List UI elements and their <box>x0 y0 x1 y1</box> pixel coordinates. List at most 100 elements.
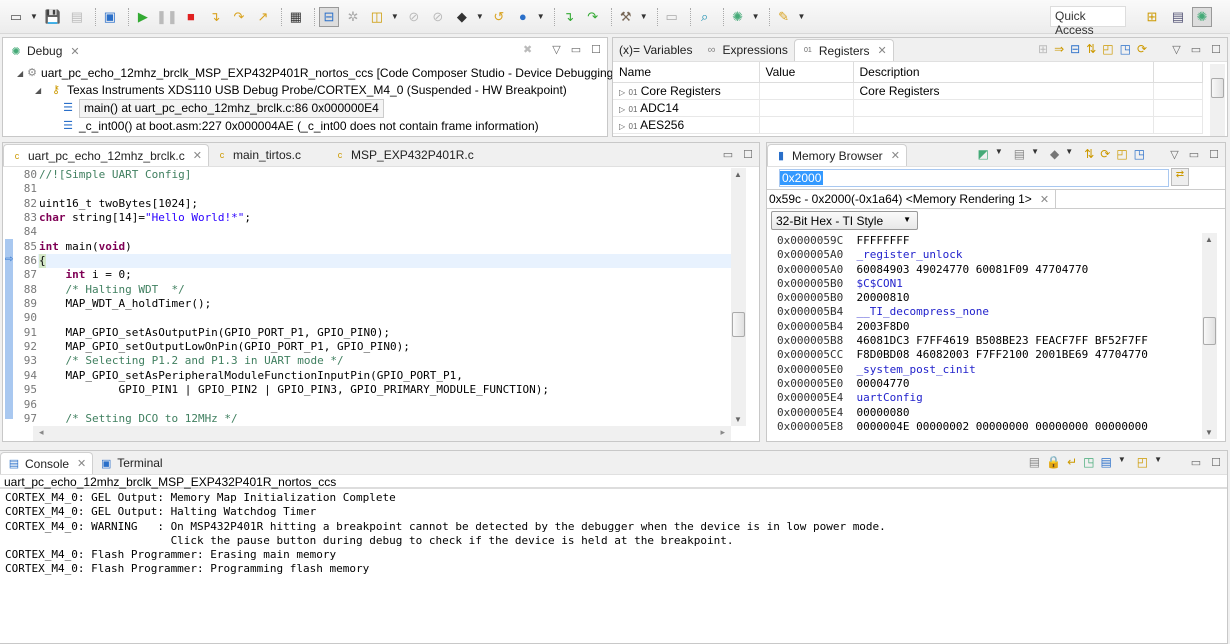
breakpoint-icon[interactable]: ✲ <box>343 7 363 27</box>
tab-registers[interactable]: 01 Registers ✕ <box>793 39 894 61</box>
format-select[interactable]: 32-Bit Hex - TI Style ▼ <box>771 211 918 230</box>
collapse-all-icon[interactable]: ⊟ <box>1070 42 1080 56</box>
dropdown[interactable]: ▼ <box>1118 455 1126 469</box>
stack-frame-c-int00[interactable]: ☰ _c_int00() at boot.asm:227 0x000004AE (… <box>17 118 607 135</box>
code-line[interactable]: 83 char string[14]="Hello World!*"; <box>5 211 731 225</box>
sync-icon[interactable]: ⟳ <box>1137 42 1147 56</box>
table-row[interactable]: ▷ 01 ADC14 <box>613 99 1203 117</box>
code-line[interactable]: 93 /* Selecting P1.2 and P1.3 in UART mo… <box>5 354 731 368</box>
asm-step-into-icon[interactable]: ↴ <box>559 7 579 27</box>
tab-variables[interactable]: (x)= Variables <box>613 39 698 61</box>
reset-dropdown[interactable]: ▼ <box>537 12 545 21</box>
memory-scrollbar[interactable]: ▲ ▼ <box>1202 233 1217 439</box>
code-line[interactable]: 89 MAP_WDT_A_holdTimer(); <box>5 297 731 311</box>
tab-memory-rendering[interactable]: 0x59c - 0x2000(-0x1a64) <Memory Renderin… <box>767 190 1057 208</box>
tab-editor-uart[interactable]: c uart_pc_echo_12mhz_brclk.c ✕ <box>3 144 209 166</box>
expand-icon[interactable]: ▷ <box>619 122 625 131</box>
minimize-icon[interactable]: ▭ <box>1189 148 1199 161</box>
scroll-lock-icon[interactable]: 🔒 <box>1046 455 1061 469</box>
export-icon[interactable]: ◆ <box>1050 147 1059 161</box>
ccs-edit-perspective-icon[interactable]: ▤ <box>1168 7 1188 27</box>
terminate-icon[interactable]: ■ <box>181 7 201 27</box>
column-value[interactable]: Value <box>759 62 854 83</box>
resume-icon[interactable]: ▶ <box>133 7 153 27</box>
column-description[interactable]: Description <box>853 62 1154 83</box>
scroll-up-icon[interactable]: ▲ <box>734 170 742 179</box>
debug-session[interactable]: ◢ ⚙ uart_pc_echo_12mhz_brclk_MSP_EXP432P40… <box>17 65 617 82</box>
refresh-icon[interactable]: ⇅ <box>1084 147 1094 161</box>
pin-icon[interactable]: ◳ <box>1120 42 1131 56</box>
memory-row[interactable]: 0x000005B0 20000810 <box>777 291 1197 305</box>
view-menu-icon[interactable]: ▽ <box>1170 148 1178 161</box>
memory-row[interactable]: 0x000005CC F8D0BD08 46082003 F7FF2100 20… <box>777 348 1197 362</box>
reset-icon[interactable]: ● <box>513 7 533 27</box>
tab-terminal[interactable]: ▣ Terminal <box>93 452 168 474</box>
pin-console-icon[interactable]: ◳ <box>1083 455 1094 469</box>
new-memory-monitor-icon[interactable]: ◩ <box>978 147 989 161</box>
close-icon[interactable]: ✕ <box>878 44 887 57</box>
code-line[interactable]: 97 /* Setting DCO to 12MHz */ <box>5 412 731 426</box>
expand-icon[interactable]: ▷ <box>619 88 625 97</box>
memory-row[interactable]: 0x000005E8 0000004E 00000002 00000000 00… <box>777 420 1197 434</box>
editor-vscrollbar[interactable]: ▲ ▼ <box>731 168 746 426</box>
code-line[interactable]: 88 /* Halting WDT */ <box>5 283 731 297</box>
code-line[interactable]: 82 uint16_t twoBytes[1024]; <box>5 197 731 211</box>
tab-editor-msp-exp[interactable]: c MSP_EXP432P401R.c <box>327 144 480 166</box>
step-return-icon[interactable]: ↗ <box>253 7 273 27</box>
code-line[interactable]: 81 <box>5 182 731 196</box>
new-register-group-icon[interactable]: ⊞ <box>1038 42 1048 56</box>
memory-row[interactable]: 0x000005B4 __TI_decompress_none <box>777 305 1197 319</box>
code-line[interactable]: 92 MAP_GPIO_setOutputLowOnPin(GPIO_PORT_… <box>5 340 731 354</box>
minimize-icon[interactable]: ▭ <box>571 43 581 56</box>
dropdown[interactable]: ▼ <box>1065 147 1073 161</box>
target-dropdown[interactable]: ▼ <box>476 12 484 21</box>
flash-icon[interactable]: ✎ <box>774 7 794 27</box>
remove-terminated-icon[interactable]: ✖ <box>523 43 532 56</box>
sync-icon[interactable]: ⟳ <box>1100 147 1110 161</box>
tab-memory-browser[interactable]: ▮ Memory Browser ✕ <box>767 144 907 166</box>
memory-row[interactable]: 0x000005E0 _system_post_cinit <box>777 363 1197 377</box>
table-row[interactable]: ▷ 01 Core Registers Core Registers <box>613 82 1203 100</box>
ccs-debug-perspective-icon[interactable]: ✺ <box>1192 7 1212 27</box>
search-icon[interactable]: ⌕ <box>695 7 715 27</box>
code-line[interactable]: 86{ <box>5 254 731 269</box>
expand-icon[interactable]: ▷ <box>619 105 625 114</box>
code-line[interactable]: 91 MAP_GPIO_setAsOutputPin(GPIO_PORT_P1,… <box>5 326 731 340</box>
code-editor[interactable]: 80//![Simple UART Config] 81 82 uint16_t tw… <box>5 168 731 426</box>
expand-icon[interactable]: ◢ <box>35 82 45 99</box>
debug-icon[interactable]: ✺ <box>728 7 748 27</box>
maximize-icon[interactable]: ☐ <box>1211 43 1221 56</box>
dropdown[interactable]: ▼ <box>995 147 1003 161</box>
tab-editor-main-tirtos[interactable]: c main_tirtos.c <box>209 144 307 166</box>
code-line[interactable]: 84 <box>5 225 731 239</box>
maximize-icon[interactable]: ☐ <box>591 43 601 56</box>
column-name[interactable]: Name <box>613 62 760 83</box>
disable-breakpoint-icon[interactable]: ⊘ <box>404 7 424 27</box>
add-register-icon[interactable]: ⇒ <box>1054 42 1064 56</box>
code-line[interactable]: 94 MAP_GPIO_setAsPeripheralModuleFunctio… <box>5 369 731 383</box>
debug-thread[interactable]: ◢ ⚷ Texas Instruments XDS110 USB Debug Pro… <box>17 82 607 99</box>
save-icon[interactable]: 💾 <box>43 7 63 27</box>
build-icon[interactable]: ⚒ <box>616 7 636 27</box>
view-menu-icon[interactable]: ▽ <box>552 43 560 56</box>
new-view-icon[interactable]: ◰ <box>1102 42 1113 56</box>
connect-target-icon[interactable]: ⊟ <box>318 6 339 27</box>
scroll-up-icon[interactable]: ▲ <box>1205 235 1213 244</box>
quick-access-input[interactable]: Quick Access <box>1050 6 1126 37</box>
open-console-icon[interactable]: ◰ <box>1137 455 1148 469</box>
code-line[interactable]: 90 <box>5 311 731 325</box>
code-line[interactable]: 85 int main(void) <box>5 240 731 254</box>
maximize-icon[interactable]: ☐ <box>1209 148 1219 161</box>
new-view-icon[interactable]: ◰ <box>1116 147 1127 161</box>
restart-icon[interactable]: ↺ <box>489 7 509 27</box>
import-icon[interactable]: ▤ <box>1014 147 1025 161</box>
scroll-left-icon[interactable]: ◂ <box>39 427 44 438</box>
scroll-down-icon[interactable]: ▼ <box>734 415 742 424</box>
close-icon[interactable]: ✕ <box>891 149 900 162</box>
build-dropdown[interactable]: ▼ <box>640 12 648 21</box>
memory-row[interactable]: 0x0000059C FFFFFFFF <box>777 234 1197 248</box>
minimize-icon[interactable]: ▭ <box>1191 43 1201 56</box>
table-row[interactable]: ▷ 01 AES256 <box>613 116 1203 134</box>
scroll-right-icon[interactable]: ▸ <box>720 427 725 438</box>
step-into-icon[interactable]: ↴ <box>205 7 225 27</box>
